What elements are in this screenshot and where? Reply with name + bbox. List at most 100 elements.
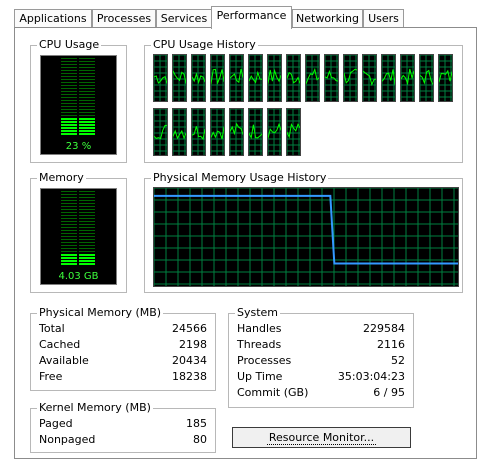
cpu-core-graph xyxy=(267,108,282,156)
stat-value: 2116 xyxy=(377,338,405,351)
stat-value: 24566 xyxy=(172,322,207,335)
cpu-meter-lit-segment xyxy=(79,121,95,123)
stat-row-threads: Threads 2116 xyxy=(237,338,405,352)
cpu-meter-dim-segment xyxy=(61,94,77,95)
tab-performance[interactable]: Performance xyxy=(211,6,292,29)
cpu-meter-dim-segment xyxy=(61,79,77,80)
cpu-meter-lit-segment xyxy=(79,130,95,132)
system-group: System Handles 229584 Threads 2116 Proce… xyxy=(228,306,414,408)
stat-value: 229584 xyxy=(363,322,405,335)
memory-meter-dim-segment xyxy=(79,242,95,243)
tab-applications[interactable]: Applications xyxy=(14,9,92,27)
cpu-history-title: CPU Usage History xyxy=(151,38,258,52)
cpu-core-graph xyxy=(248,54,263,102)
cpu-meter-lit-segment xyxy=(61,133,77,135)
cpu-meter-lit-segment xyxy=(61,118,77,120)
cpu-meter-dim-segment xyxy=(79,100,95,101)
memory-meter-dim-segment xyxy=(61,194,77,195)
physical-memory-title: Physical Memory (MB) xyxy=(37,306,164,320)
cpu-usage-title: CPU Usage xyxy=(37,38,102,52)
cpu-meter-dim-segment xyxy=(61,67,77,68)
memory-meter-dim-segment xyxy=(61,206,77,207)
cpu-meter-dim-segment xyxy=(61,109,77,110)
stat-label: Free xyxy=(39,370,63,383)
memory-meter-dim-segment xyxy=(61,230,77,231)
memory-meter-dim-segment xyxy=(79,203,95,204)
tab-processes[interactable]: Processes xyxy=(92,9,156,27)
cpu-meter-dim-segment xyxy=(61,103,77,104)
resource-monitor-button[interactable]: Resource Monitor... xyxy=(232,427,411,448)
stat-row-up-time: Up Time 35:03:04:23 xyxy=(237,370,405,384)
cpu-meter-lit-segment xyxy=(79,124,95,126)
memory-meter-lit-segment xyxy=(61,260,77,262)
stat-label: Total xyxy=(39,322,65,335)
memory-meter-dim-segment xyxy=(79,194,95,195)
memory-meter-dim-segment xyxy=(61,251,77,252)
stat-row-available: Available 20434 xyxy=(39,354,207,368)
memory-meter-dim-segment xyxy=(61,248,77,249)
cpu-meter-dim-segment xyxy=(61,58,77,59)
memory-meter-lit-segment xyxy=(61,257,77,259)
cpu-core-plot xyxy=(362,54,377,101)
memory-meter-dim-segment xyxy=(61,203,77,204)
system-title: System xyxy=(235,306,281,320)
stat-label: Processes xyxy=(237,354,292,367)
tab-services[interactable]: Services xyxy=(156,9,212,27)
resource-monitor-label: Resource Monitor... xyxy=(266,431,377,445)
stat-value: 18238 xyxy=(172,370,207,383)
cpu-meter-dim-segment xyxy=(61,76,77,77)
tab-networking[interactable]: Networking xyxy=(292,9,363,27)
cpu-meter-dim-segment xyxy=(79,97,95,98)
cpu-core-graph xyxy=(324,54,339,102)
memory-meter-lit-segment xyxy=(61,263,77,265)
memory-bars xyxy=(61,191,95,265)
memory-group: Memory 4.03 GB xyxy=(30,171,127,293)
cpu-meter-dim-segment xyxy=(61,106,77,107)
stat-value: 185 xyxy=(186,417,207,430)
memory-meter-dim-segment xyxy=(79,224,95,225)
cpu-core-graph xyxy=(229,108,244,156)
cpu-usage-value: 23 % xyxy=(65,141,92,152)
cpu-core-plot xyxy=(267,108,282,155)
memory-meter-lit-segment xyxy=(79,263,95,265)
memory-title: Memory xyxy=(37,171,86,185)
cpu-meter-dim-segment xyxy=(79,79,95,80)
cpu-core-graph xyxy=(248,108,263,156)
cpu-core-graph xyxy=(400,54,415,102)
memory-meter-dim-segment xyxy=(61,224,77,225)
cpu-core-plot xyxy=(210,54,225,101)
cpu-core-plot xyxy=(172,108,187,155)
cpu-core-plot xyxy=(229,54,244,101)
memory-meter-dim-segment xyxy=(79,236,95,237)
cpu-meter-dim-segment xyxy=(61,70,77,71)
memory-meter-dim-segment xyxy=(79,209,95,210)
cpu-meter-dim-segment xyxy=(79,64,95,65)
stat-row-paged: Paged 185 xyxy=(39,417,207,431)
memory-meter-dim-segment xyxy=(79,233,95,234)
memory-meter-dim-segment xyxy=(79,197,95,198)
cpu-meter-dim-segment xyxy=(79,94,95,95)
memory-meter-dim-segment xyxy=(79,251,95,252)
kernel-memory-title: Kernel Memory (MB) xyxy=(37,401,153,415)
stat-label: Commit (GB) xyxy=(237,386,309,399)
stat-value: 2198 xyxy=(179,338,207,351)
memory-meter-dim-segment xyxy=(61,215,77,216)
tab-users[interactable]: Users xyxy=(363,9,404,27)
cpu-meter-dim-segment xyxy=(61,61,77,62)
memory-meter-dim-segment xyxy=(79,215,95,216)
cpu-meter-dim-segment xyxy=(79,61,95,62)
cpu-core-graph xyxy=(267,54,282,102)
memory-meter-dim-segment xyxy=(61,218,77,219)
cpu-core-graph xyxy=(286,108,301,156)
memory-meter-lit-segment xyxy=(79,257,95,259)
cpu-meter-dim-segment xyxy=(79,85,95,86)
cpu-core-plot xyxy=(324,54,339,101)
memory-meter-dim-segment xyxy=(61,227,77,228)
cpu-meter-dim-segment xyxy=(61,73,77,74)
stat-label: Threads xyxy=(237,338,282,351)
memory-meter-dim-segment xyxy=(61,245,77,246)
memory-meter-dim-segment xyxy=(79,230,95,231)
stat-label: Up Time xyxy=(237,370,283,383)
memory-meter-dim-segment xyxy=(79,221,95,222)
cpu-core-graph xyxy=(172,108,187,156)
